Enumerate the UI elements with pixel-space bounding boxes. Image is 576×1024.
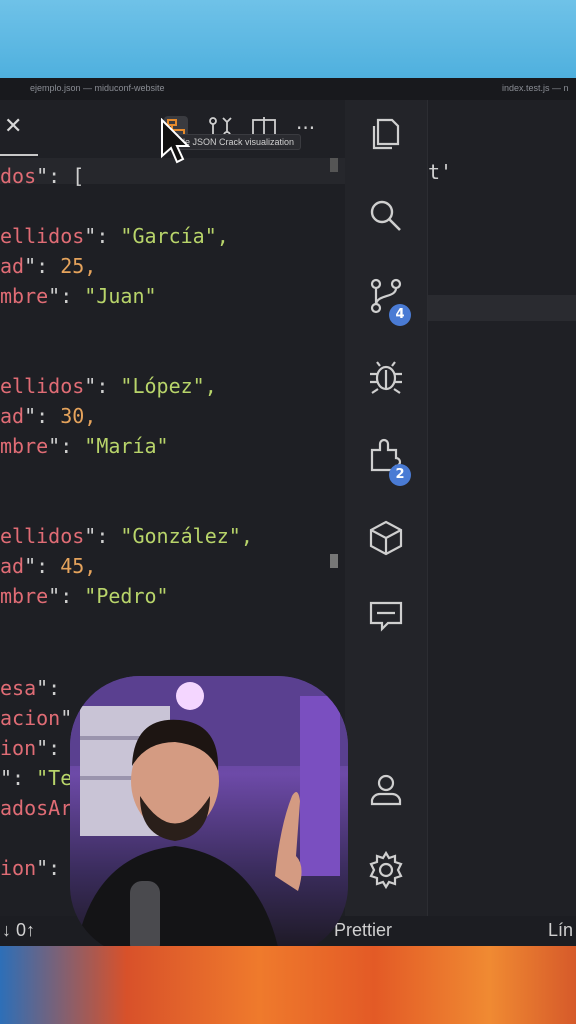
json-key: ellidos	[0, 524, 85, 548]
json-punctuation: ":	[24, 254, 61, 278]
json-punctuation: ":	[84, 224, 121, 248]
json-key: ion	[0, 856, 37, 880]
code-line: ellidos": "García",	[0, 224, 229, 248]
json-punctuation: ":	[48, 434, 85, 458]
secondary-editor[interactable]: t'	[427, 100, 576, 916]
activity-bar: 4 2	[345, 100, 427, 916]
json-key: mbre	[0, 284, 49, 308]
json-punctuation: ":	[48, 284, 85, 308]
json-punctuation: ":	[24, 554, 61, 578]
code-line: ad": 30,	[0, 404, 96, 428]
json-value: "Pedro"	[84, 584, 169, 608]
window-title-secondary: index.test.js — n	[502, 83, 569, 93]
json-key: adosAr	[0, 796, 73, 820]
debug-icon[interactable]	[366, 356, 406, 396]
current-line-highlight	[428, 295, 576, 321]
code-line: acion"	[0, 706, 72, 730]
json-key: acion	[0, 706, 61, 730]
code-line: mbre": "Juan"	[0, 284, 157, 308]
extensions-badge: 2	[389, 464, 411, 486]
desktop-wallpaper-bottom	[0, 946, 576, 1024]
code-line: ellidos": "González",	[0, 524, 253, 548]
code-line: ad": 25,	[0, 254, 96, 278]
remote-explorer-icon[interactable]	[366, 596, 406, 636]
json-value: "López",	[120, 374, 217, 398]
tooltip: le JSON Crack visualization	[176, 134, 302, 150]
code-line: mbre": "María"	[0, 434, 169, 458]
json-key: mbre	[0, 584, 49, 608]
code-line: esa":	[0, 676, 60, 700]
code-line: ellidos": "López",	[0, 374, 217, 398]
active-tab-indicator	[0, 154, 38, 156]
json-punctuation: ":	[84, 374, 121, 398]
close-tab-icon[interactable]: ✕	[4, 114, 22, 139]
json-punctuation: ":	[0, 766, 37, 790]
json-key: ellidos	[0, 374, 85, 398]
json-value: "Juan"	[84, 284, 157, 308]
search-icon[interactable]	[366, 196, 406, 236]
json-value: "González",	[120, 524, 253, 548]
code-line: ": "Te	[0, 766, 72, 790]
package-icon[interactable]	[366, 518, 406, 558]
json-key: ad	[0, 554, 25, 578]
account-icon[interactable]	[366, 770, 406, 810]
desktop-wallpaper-top	[0, 0, 576, 78]
code-line: ad": 45,	[0, 554, 96, 578]
mouse-pointer-icon	[161, 118, 190, 164]
title-bar: ejemplo.json — miduconf-website index.te…	[0, 78, 576, 100]
code-line: ion":	[0, 736, 60, 760]
cursor-position[interactable]: Lín	[548, 920, 573, 941]
json-punctuation: ":	[48, 584, 85, 608]
json-key: ad	[0, 404, 25, 428]
code-line: adosAr	[0, 796, 72, 820]
json-punctuation: ":	[84, 524, 121, 548]
code-line: mbre": "Pedro"	[0, 584, 169, 608]
json-punctuation: ":	[24, 404, 61, 428]
source-control-badge: 4	[389, 304, 411, 326]
settings-gear-icon[interactable]	[366, 850, 406, 890]
code-line: dos": [	[0, 164, 84, 188]
prettier-status[interactable]: Prettier	[334, 920, 392, 941]
json-key: ion	[0, 736, 37, 760]
sync-status[interactable]: ↓ 0↑	[2, 920, 35, 941]
json-key: dos	[0, 164, 37, 188]
webcam-overlay	[70, 676, 348, 956]
json-key: ad	[0, 254, 25, 278]
secondary-editor-text: t'	[428, 160, 453, 184]
json-value: "María"	[84, 434, 169, 458]
presenter-video	[70, 676, 348, 956]
json-punctuation: ":	[36, 736, 61, 760]
json-value: 25,	[60, 254, 97, 278]
json-value: 30,	[60, 404, 97, 428]
json-key: esa	[0, 676, 37, 700]
json-key: mbre	[0, 434, 49, 458]
scrollbar-thumb[interactable]	[330, 554, 338, 568]
json-value: "Te	[36, 766, 73, 790]
code-line: ion":	[0, 856, 60, 880]
json-punctuation: ":	[36, 676, 61, 700]
json-punctuation: ": [	[36, 164, 85, 188]
window-title: ejemplo.json — miduconf-website	[30, 83, 165, 93]
json-punctuation: ":	[36, 856, 61, 880]
json-value: 45,	[60, 554, 97, 578]
json-punctuation: "	[60, 706, 73, 730]
scrollbar-top[interactable]	[330, 158, 338, 172]
explorer-icon[interactable]	[366, 114, 406, 154]
json-value: "García",	[120, 224, 229, 248]
json-key: ellidos	[0, 224, 85, 248]
